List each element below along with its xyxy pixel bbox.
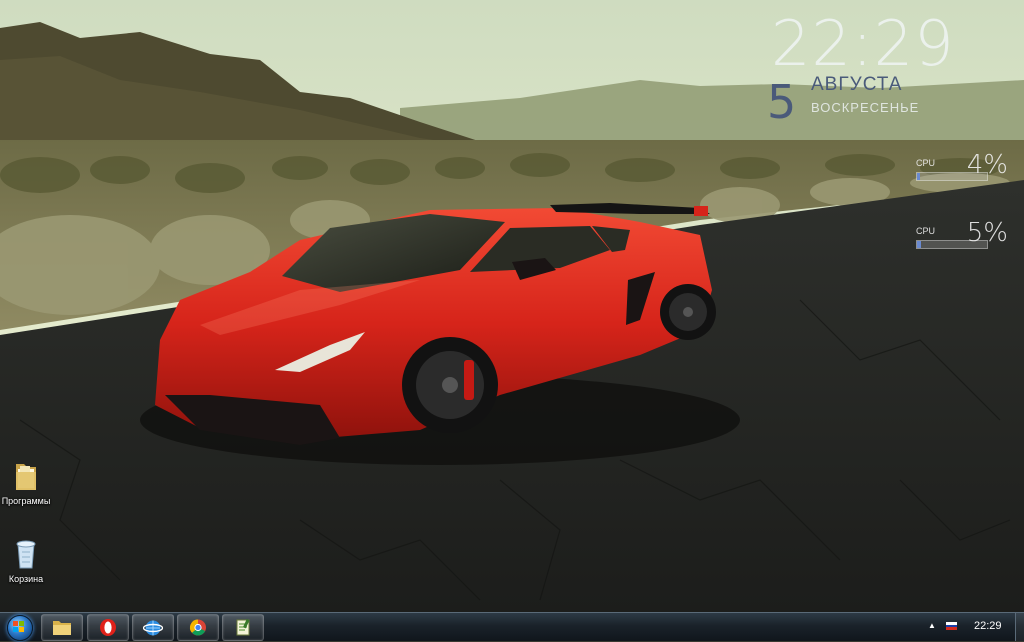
clock-weekday: ВОСКРЕСЕНЬЕ <box>811 100 920 115</box>
taskbar-notepad-button[interactable] <box>222 614 264 641</box>
notepad-icon <box>233 618 253 637</box>
folder-icon <box>52 618 72 637</box>
taskbar-opera-button[interactable] <box>87 614 129 641</box>
desktop-icon-label: Программы <box>1 496 51 506</box>
clock-month: АВГУСТА <box>811 74 903 95</box>
cpu-meter-fill <box>917 173 920 180</box>
desktop-icon-label: Корзина <box>8 574 44 584</box>
windows-logo-icon <box>13 621 25 633</box>
ru-flag-icon[interactable] <box>946 622 957 630</box>
clock-time: 22:29 <box>771 7 955 80</box>
tray-clock[interactable]: 22:29 <box>974 620 1002 632</box>
folder-icon <box>10 460 42 494</box>
taskbar-chrome-button[interactable] <box>177 614 219 641</box>
system-tray: ▲ 22:29 <box>924 613 1024 641</box>
chrome-icon <box>188 618 208 637</box>
clock-gadget[interactable]: 22:29 5 АВГУСТА ВОСКРЕСЕНЬЕ <box>765 7 1005 129</box>
taskbar: ▲ 22:29 <box>0 612 1024 641</box>
cpu-meter <box>916 240 988 249</box>
taskbar-browser-button[interactable] <box>132 614 174 641</box>
cpu-gadget-2[interactable]: CPU 5% <box>916 218 1008 256</box>
taskbar-explorer-button[interactable] <box>41 614 83 641</box>
opera-icon <box>98 618 118 637</box>
desktop-icon-programs[interactable]: Программы <box>0 460 56 506</box>
recycle-bin-icon <box>10 538 42 572</box>
cpu-meter <box>916 172 988 181</box>
cpu-label: CPU <box>916 158 936 168</box>
show-desktop-button[interactable] <box>1015 613 1024 641</box>
start-button[interactable] <box>3 614 35 641</box>
desktop-icon-recycle-bin[interactable]: Корзина <box>0 538 56 584</box>
cpu-label: CPU <box>916 226 936 236</box>
show-hidden-icons-button[interactable]: ▲ <box>928 621 936 630</box>
browser-globe-icon <box>142 618 164 637</box>
cpu-meter-fill <box>917 241 921 248</box>
clock-day: 5 <box>767 75 797 129</box>
cpu-gadget-1[interactable]: CPU 4% <box>916 150 1008 188</box>
